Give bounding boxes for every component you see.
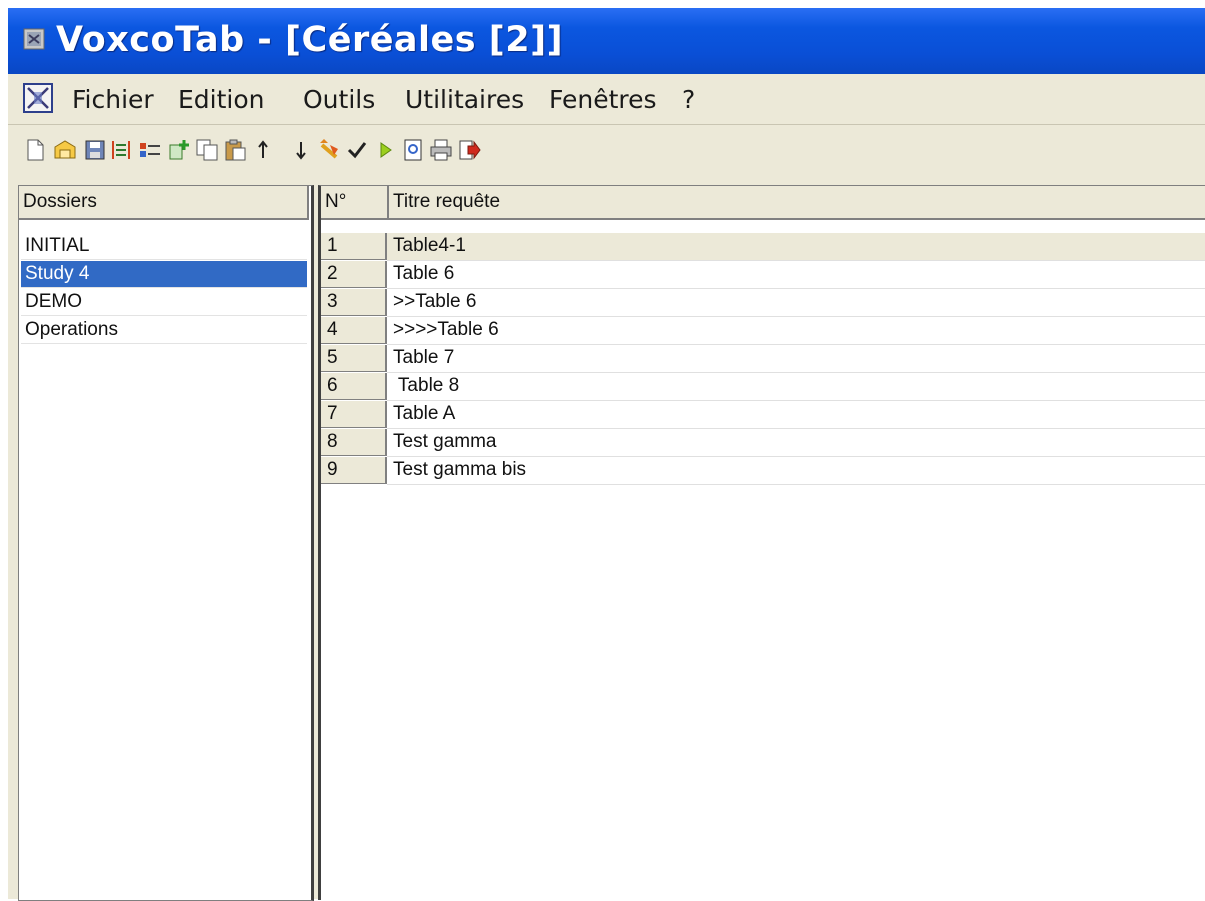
add-icon[interactable] xyxy=(166,137,192,163)
row-number: 2 xyxy=(321,261,387,288)
table-row[interactable]: 2 Table 6 xyxy=(321,261,1205,289)
menu-bar: Fichier Edition Outils Utilitaires Fenêt… xyxy=(8,74,1205,125)
row-title[interactable]: Table4-1 xyxy=(387,233,1205,261)
window-title: VoxcoTab - [Céréales [2]] xyxy=(56,20,564,60)
row-title[interactable]: Test gamma bis xyxy=(387,457,1205,485)
menu-edition[interactable]: Edition xyxy=(178,85,265,114)
folder-item-study4[interactable]: Study 4 xyxy=(21,261,307,288)
row-title[interactable]: Table 7 xyxy=(387,345,1205,373)
preview-icon[interactable] xyxy=(400,137,426,163)
copy-icon[interactable] xyxy=(194,137,220,163)
print-icon[interactable] xyxy=(428,137,454,163)
undo-icon[interactable] xyxy=(316,137,342,163)
table-row[interactable]: 5 Table 7 xyxy=(321,345,1205,373)
columns-icon[interactable] xyxy=(108,137,134,163)
app-window: VoxcoTab - [Céréales [2]] Fichier Editio… xyxy=(8,8,1205,901)
row-title[interactable]: Table 6 xyxy=(387,261,1205,289)
table-row[interactable]: 7 Table A xyxy=(321,401,1205,429)
table-row[interactable]: 9 Test gamma bis xyxy=(321,457,1205,485)
folder-item-demo[interactable]: DEMO xyxy=(21,289,307,316)
document-icon[interactable] xyxy=(22,82,54,114)
column-header-title[interactable]: Titre requête xyxy=(389,186,1205,220)
paste-icon[interactable] xyxy=(222,137,248,163)
menu-help[interactable]: ? xyxy=(682,85,695,114)
save-icon[interactable] xyxy=(82,137,108,163)
table-row[interactable]: 1 Table4-1 xyxy=(321,233,1205,261)
queries-panel[interactable]: N° Titre requête 1 Table4-1 2 Table 6 3 … xyxy=(318,185,1205,900)
menu-fenetres[interactable]: Fenêtres xyxy=(549,85,657,114)
row-number: 4 xyxy=(321,317,387,344)
new-doc-icon[interactable] xyxy=(22,137,48,163)
table-row[interactable]: 3 >>Table 6 xyxy=(321,289,1205,317)
arrow-up-icon[interactable] xyxy=(250,137,276,163)
row-number: 1 xyxy=(321,233,387,260)
toolbar xyxy=(8,125,1205,179)
menu-outils[interactable]: Outils xyxy=(303,85,375,114)
menu-utilitaires[interactable]: Utilitaires xyxy=(405,85,524,114)
column-header-number[interactable]: N° xyxy=(321,186,389,220)
table-row[interactable]: 4 >>>>Table 6 xyxy=(321,317,1205,345)
row-number: 9 xyxy=(321,457,387,484)
menu-fichier[interactable]: Fichier xyxy=(72,85,154,114)
list-icon[interactable] xyxy=(137,137,163,163)
row-number: 8 xyxy=(321,429,387,456)
row-title[interactable]: >>>>Table 6 xyxy=(387,317,1205,345)
row-title[interactable]: Table A xyxy=(387,401,1205,429)
row-title[interactable]: Test gamma xyxy=(387,429,1205,457)
voxcotab-app-icon[interactable] xyxy=(22,26,48,52)
table-row[interactable]: 8 Test gamma xyxy=(321,429,1205,457)
open-folder-icon[interactable] xyxy=(52,137,78,163)
row-number: 7 xyxy=(321,401,387,428)
arrow-down-icon[interactable] xyxy=(288,137,314,163)
folder-item-initial[interactable]: INITIAL xyxy=(21,233,307,260)
row-title[interactable]: Table 8 xyxy=(387,373,1205,401)
row-title[interactable]: >>Table 6 xyxy=(387,289,1205,317)
check-icon[interactable] xyxy=(344,137,370,163)
exit-icon[interactable] xyxy=(456,137,482,163)
row-number: 3 xyxy=(321,289,387,316)
row-number: 5 xyxy=(321,345,387,372)
folder-item-operations[interactable]: Operations xyxy=(21,317,307,344)
client-area: Dossiers INITIAL Study 4 DEMO Operations… xyxy=(8,177,1205,901)
table-row[interactable]: 6 Table 8 xyxy=(321,373,1205,401)
run-icon[interactable] xyxy=(372,137,398,163)
title-bar[interactable]: VoxcoTab - [Céréales [2]] xyxy=(8,8,1205,74)
folders-panel[interactable]: Dossiers INITIAL Study 4 DEMO Operations xyxy=(18,185,314,901)
folders-header[interactable]: Dossiers xyxy=(19,186,309,220)
row-number: 6 xyxy=(321,373,387,400)
